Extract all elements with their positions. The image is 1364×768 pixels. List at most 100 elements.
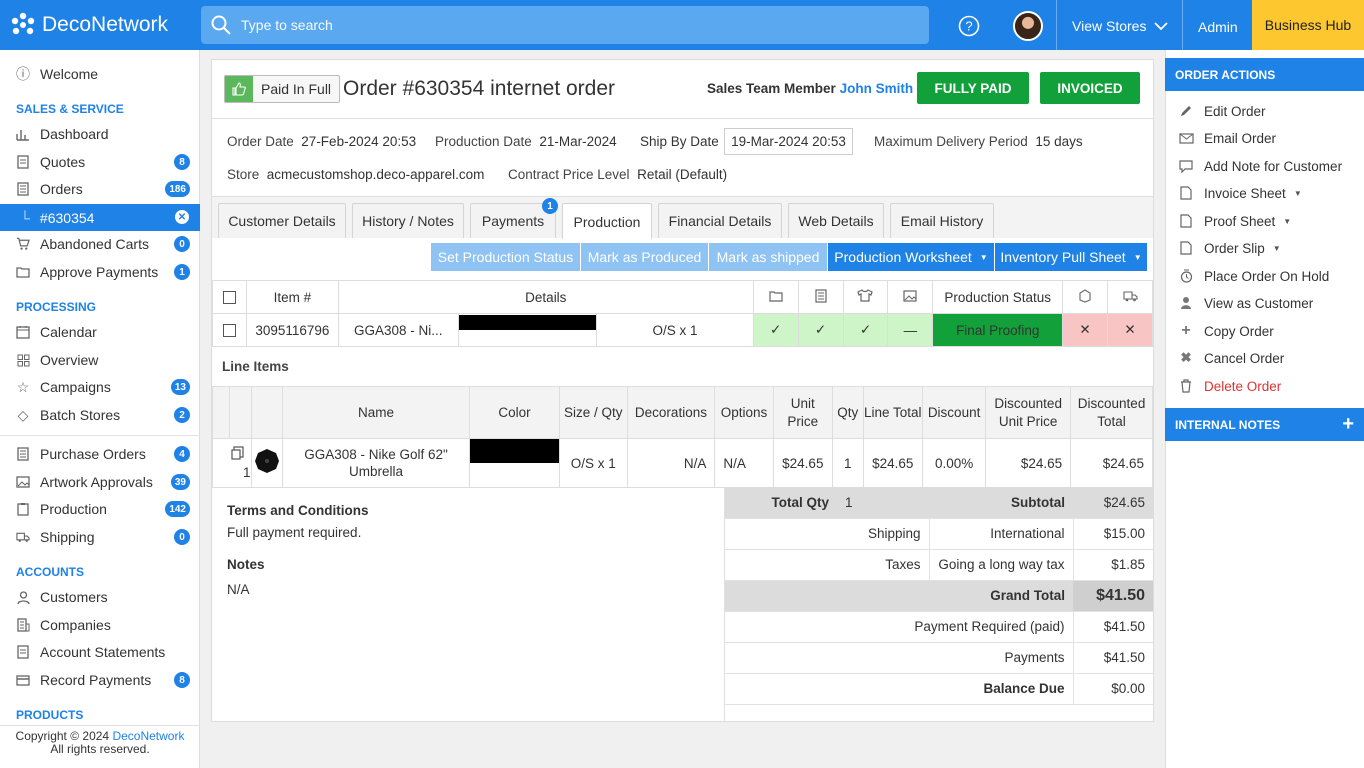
ship-by-date-label: Ship By Date — [640, 134, 719, 149]
sidebar-item-record-payments[interactable]: Record Payments 8 — [0, 667, 200, 693]
check-icon[interactable]: ✓ — [752, 313, 799, 347]
notes-text: N/A — [227, 582, 250, 597]
row-lead-cell: 1 — [211, 438, 253, 488]
check-icon[interactable]: ✓ — [797, 313, 844, 347]
redacted-color — [470, 439, 560, 463]
tab-production[interactable]: Production — [562, 203, 652, 239]
tab-history-notes[interactable]: History / Notes — [352, 203, 464, 238]
inventory-pull-sheet-button[interactable]: Inventory Pull Sheet ▼ — [995, 243, 1147, 271]
action-label: Edit Order — [1204, 103, 1266, 119]
order-date-label: Order Date — [227, 134, 294, 149]
section-products: PRODUCTS — [16, 708, 84, 722]
production-worksheet-button[interactable]: Production Worksheet ▼ — [828, 243, 994, 271]
search-input[interactable] — [241, 17, 841, 33]
action-label: Proof Sheet — [1204, 213, 1276, 229]
set-production-status-button[interactable]: Set Production Status — [431, 243, 580, 271]
mark-as-shipped-button[interactable]: Mark as shipped — [709, 243, 827, 271]
table-row: 1 GGA308 - Nike Golf 62" Umbrella O/S x … — [211, 438, 1153, 488]
sidebar-item-label: Shipping — [40, 529, 95, 545]
help-icon[interactable]: ? — [958, 15, 980, 37]
tree-branch-icon: └ — [20, 209, 30, 226]
tab-financial-details[interactable]: Financial Details — [658, 203, 782, 238]
brand-logo[interactable]: DecoNetwork — [10, 12, 168, 38]
sidebar-item-label: Calendar — [40, 324, 97, 340]
close-icon[interactable]: ✕ — [175, 210, 189, 224]
sidebar-item-companies[interactable]: Companies — [0, 612, 200, 638]
view-stores-button[interactable]: View Stores — [1072, 18, 1169, 34]
cancel-order-action[interactable]: ✖ Cancel Order — [1178, 350, 1284, 366]
max-delivery-value: 15 days — [1035, 134, 1083, 149]
sidebar-item-approve-payments[interactable]: Approve Payments 1 — [0, 259, 200, 285]
add-note-action[interactable]: Add Note for Customer — [1178, 158, 1342, 174]
delete-order-action[interactable]: Delete Order — [1178, 378, 1281, 394]
copy-order-action[interactable]: + Copy Order — [1178, 322, 1273, 339]
sidebar-item-abandoned-carts[interactable]: Abandoned Carts 0 — [0, 231, 200, 257]
abandoned-carts-badge: 0 — [174, 236, 190, 252]
sidebar-item-shipping[interactable]: Shipping 0 — [0, 524, 200, 550]
sidebar-item-orders[interactable]: Orders 186 — [0, 176, 200, 202]
x-icon[interactable]: ✕ — [1107, 313, 1153, 347]
mark-as-produced-button[interactable]: Mark as Produced — [581, 243, 708, 271]
sidebar-item-purchase-orders[interactable]: Purchase Orders 4 — [0, 441, 200, 467]
sidebar-item-calendar[interactable]: Calendar — [0, 319, 200, 345]
section-processing: PROCESSING — [16, 300, 97, 314]
proof-sheet-action[interactable]: Proof Sheet ▼ — [1178, 213, 1291, 229]
sidebar-item-campaigns[interactable]: ☆ Campaigns 13 — [0, 374, 200, 400]
user-icon — [16, 590, 30, 604]
sidebar-divider — [0, 435, 200, 436]
copyright-brand-link[interactable]: DecoNetwork — [112, 729, 184, 743]
sidebar-item-account-statements[interactable]: Account Statements — [0, 639, 200, 665]
sidebar-item-current-order[interactable]: └ #630354 ✕ — [0, 204, 200, 231]
pencil-icon — [1178, 103, 1194, 119]
tab-web-details[interactable]: Web Details — [788, 203, 884, 238]
line-qty: 1 — [831, 438, 864, 488]
sidebar-item-quotes[interactable]: Quotes 8 — [0, 149, 200, 175]
sidebar-item-batch-stores[interactable]: ◇ Batch Stores 2 — [0, 402, 200, 428]
invoiced-button[interactable]: INVOICED — [1040, 72, 1140, 104]
search-bar[interactable] — [201, 6, 929, 44]
tab-customer-details[interactable]: Customer Details — [218, 203, 346, 238]
shipping-badge: 0 — [174, 529, 190, 545]
store: Store acmecustomshop.deco-apparel.com — [227, 167, 484, 182]
email-order-action[interactable]: Email Order — [1178, 130, 1276, 146]
line-total: $24.65 — [862, 438, 923, 488]
product-thumbnail-cell — [251, 438, 284, 488]
order-slip-action[interactable]: Order Slip ▼ — [1178, 240, 1281, 256]
fully-paid-button[interactable]: FULLY PAID — [917, 72, 1029, 104]
sidebar-item-production[interactable]: Production 142 — [0, 496, 200, 522]
production-status-badge[interactable]: Final Proofing — [932, 313, 1064, 347]
trash-icon — [1178, 378, 1194, 394]
dash-icon[interactable]: — — [887, 313, 934, 347]
section-sales-service: SALES & SERVICE — [16, 102, 124, 116]
umbrella-thumbnail[interactable] — [254, 448, 280, 474]
sidebar-item-welcome[interactable]: ⓘ Welcome — [0, 61, 200, 87]
production-table: Item # Details Production Status 3095116… — [212, 280, 1153, 347]
user-avatar[interactable] — [1013, 11, 1043, 41]
sidebar-item-artwork-approvals[interactable]: Artwork Approvals 39 — [0, 469, 200, 495]
check-icon[interactable]: ✓ — [842, 313, 889, 347]
sidebar-item-customers[interactable]: Customers — [0, 584, 200, 610]
add-note-plus-icon[interactable]: + — [1342, 413, 1354, 436]
terms-title: Terms and Conditions — [227, 503, 369, 518]
row-checkbox[interactable] — [222, 324, 236, 338]
invoice-sheet-action[interactable]: Invoice Sheet ▼ — [1178, 185, 1302, 201]
size-qty: O/S x 1 — [596, 313, 754, 347]
line-options: N/A — [714, 438, 774, 488]
tab-email-history[interactable]: Email History — [890, 203, 994, 238]
view-as-customer-action[interactable]: View as Customer — [1178, 295, 1313, 311]
place-on-hold-action[interactable]: Place Order On Hold — [1178, 268, 1329, 284]
sales-team-name-link[interactable]: John Smith — [840, 81, 914, 96]
sidebar-item-overview[interactable]: Overview — [0, 347, 200, 373]
x-icon[interactable]: ✕ — [1062, 313, 1108, 347]
copy-document-icon[interactable] — [231, 445, 244, 463]
business-hub-button[interactable]: Business Hub — [1252, 0, 1364, 50]
store-label: Store — [227, 167, 260, 182]
admin-link[interactable]: Admin — [1198, 19, 1238, 35]
sidebar-item-dashboard[interactable]: Dashboard — [0, 121, 200, 147]
ship-by-date-field[interactable]: 19-Mar-2024 20:53 — [724, 128, 853, 155]
select-all-checkbox[interactable] — [222, 291, 236, 305]
color-cell — [457, 313, 598, 347]
sidebar-item-label: Overview — [40, 352, 99, 368]
edit-order-action[interactable]: Edit Order — [1178, 103, 1266, 119]
discounted-unit-price-header: Discounted Unit Price — [985, 386, 1072, 439]
